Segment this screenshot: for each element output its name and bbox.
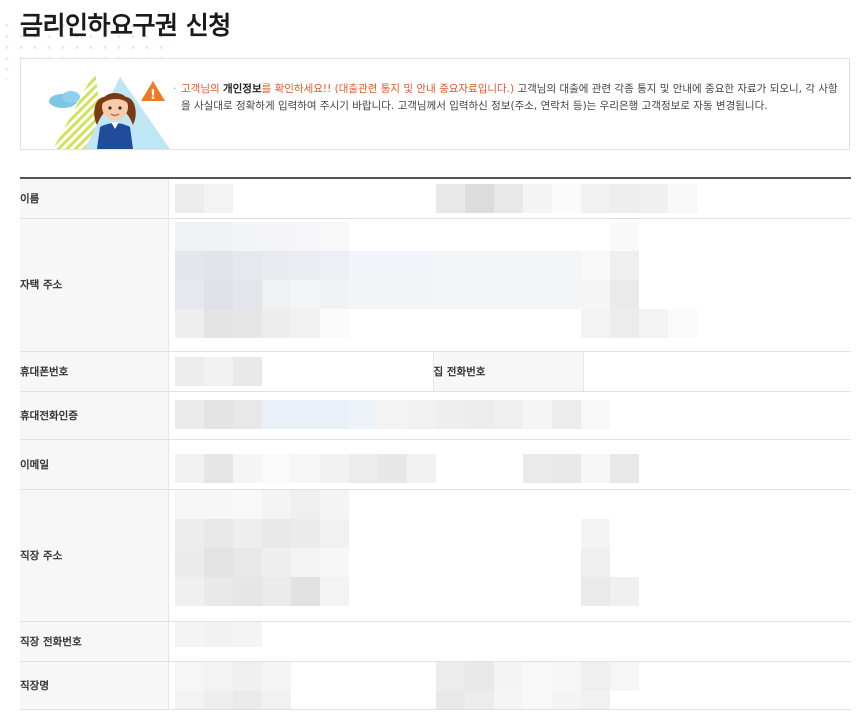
masked-value xyxy=(174,661,852,708)
table-row: 휴대전화인증 xyxy=(20,391,852,440)
mobile-label: 휴대폰번호 xyxy=(20,351,169,392)
table-row: 직장명 xyxy=(20,661,852,710)
company-label: 직장명 xyxy=(20,661,169,710)
mobile-auth-label: 휴대전화인증 xyxy=(20,391,169,440)
masked-value xyxy=(174,621,852,657)
table-row: 직장 전화번호 xyxy=(20,621,852,662)
work-phone-value xyxy=(168,621,852,662)
notice-text: · 고객님의 개인정보를 확인하세요!! (대출관련 통지 및 안내 중요자료입… xyxy=(173,81,841,115)
notice-part3: 를 확인하세요!! (대출관련 통지 및 안내 중요자료입니다.) xyxy=(261,83,515,95)
mobile-auth-value xyxy=(168,391,852,440)
masked-value xyxy=(174,489,852,617)
name-value xyxy=(168,178,852,219)
customer-info-table: 이름 자택 주소 휴대폰번호 집 전화번호 휴대전화인증 이메일 직장 주소 직… xyxy=(20,177,851,710)
masked-value xyxy=(174,356,433,387)
work-address-label: 직장 주소 xyxy=(20,489,169,622)
name-label: 이름 xyxy=(20,178,169,219)
table-row: 직장 주소 xyxy=(20,489,852,622)
svg-text:!: ! xyxy=(150,88,156,103)
notice-box: ! · 고객님의 개인정보를 확인하세요!! (대출관련 통지 및 안내 중요자… xyxy=(20,58,850,150)
table-row: 이름 xyxy=(20,178,852,219)
notice-part2: 개인정보 xyxy=(222,83,262,95)
home-phone-label: 집 전화번호 xyxy=(432,351,584,392)
work-address-value xyxy=(168,489,852,622)
table-row: 휴대폰번호 집 전화번호 xyxy=(20,351,851,392)
email-value xyxy=(168,439,852,490)
page-title: 금리인하요구권 신청 xyxy=(20,11,231,40)
notice-part1: 고객님의 xyxy=(181,83,223,95)
home-phone-value xyxy=(583,351,851,392)
email-label: 이메일 xyxy=(20,439,169,490)
table-row: 자택 주소 xyxy=(20,218,852,352)
masked-value xyxy=(174,453,852,485)
table-row: 이메일 xyxy=(20,439,852,490)
home-address-label: 자택 주소 xyxy=(20,218,169,352)
masked-value xyxy=(174,221,852,347)
customer-notice-illustration: ! xyxy=(49,71,170,149)
home-address-value xyxy=(168,218,852,352)
work-phone-label: 직장 전화번호 xyxy=(20,621,169,662)
bullet-icon: · xyxy=(173,83,177,95)
company-value xyxy=(168,661,852,710)
mobile-value xyxy=(168,351,433,392)
masked-value xyxy=(174,184,852,214)
masked-value xyxy=(174,399,852,435)
